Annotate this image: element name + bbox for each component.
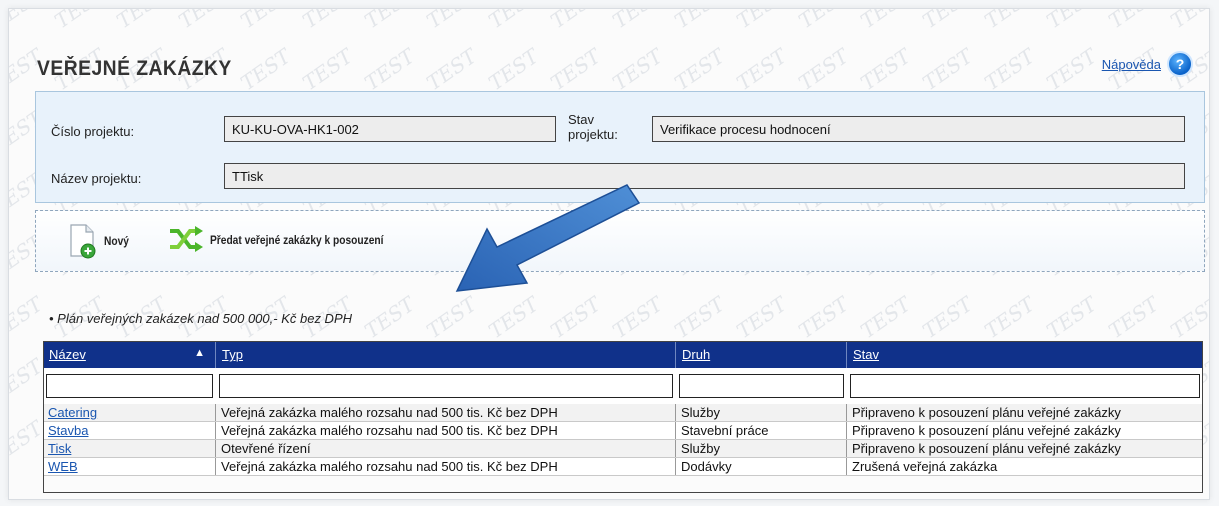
table-row: WEB Veřejná zakázka malého rozsahu nad 5… (43, 457, 1203, 476)
column-header-label: Druh (682, 347, 711, 362)
shuffle-arrows-icon (170, 226, 203, 252)
contract-link[interactable]: Tisk (48, 441, 71, 456)
table-cell: Veřejná zakázka malého rozsahu nad 500 t… (215, 404, 676, 422)
project-state-label: Stav projektu: (568, 112, 618, 142)
table-cell: Služby (675, 439, 847, 458)
project-info-panel: Číslo projektu: KU-KU-OVA-HK1-002 Stav p… (35, 91, 1205, 203)
help-link[interactable]: Nápověda (1102, 57, 1161, 72)
new-document-icon (70, 224, 96, 259)
project-number-field: KU-KU-OVA-HK1-002 (224, 116, 556, 142)
sort-ascending-icon: ▲ (194, 347, 205, 359)
table-cell: Stavební práce (675, 421, 847, 440)
plan-bullet-text: Plán veřejných zakázek nad 500 000,- Kč … (57, 311, 353, 326)
filter-druh-input[interactable] (678, 374, 844, 398)
table-cell: Připraveno k posouzení plánu veřejné zak… (846, 421, 1203, 440)
contract-link[interactable]: WEB (48, 459, 78, 474)
table-cell: Dodávky (675, 457, 847, 476)
table-cell: Zrušená veřejná zakázka (846, 457, 1203, 476)
table-cell: Připraveno k posouzení plánu veřejné zak… (846, 439, 1203, 458)
project-number-label: Číslo projektu: (51, 124, 135, 139)
table-cell: Služby (675, 404, 847, 422)
table-header-row: Název ▲ Typ Druh Stav (43, 341, 1203, 368)
filter-stav-input[interactable] (849, 374, 1200, 398)
table-cell: Veřejná zakázka malého rozsahu nad 500 t… (215, 457, 676, 476)
column-header-label: Stav (853, 347, 880, 362)
table-row: Catering Veřejná zakázka malého rozsahu … (43, 404, 1203, 422)
column-header-stav[interactable]: Stav (846, 341, 1203, 368)
filter-row (43, 368, 1203, 404)
column-header-label: Název (49, 347, 86, 362)
table-cell: Veřejná zakázka malého rozsahu nad 500 t… (215, 421, 676, 440)
new-button-label: Nový (104, 234, 129, 248)
column-header-label: Typ (222, 347, 243, 362)
page-frame: TEST TEST TEST TEST TEST TEST TEST TEST TEST TEST… (8, 8, 1210, 500)
table-cell: Otevřené řízení (215, 439, 676, 458)
column-header-typ[interactable]: Typ (215, 341, 676, 368)
filter-nazev-input[interactable] (46, 374, 213, 398)
column-header-nazev[interactable]: Název ▲ (43, 341, 216, 368)
page-title: VEŘEJNÉ ZAKÁZKY (37, 57, 232, 80)
project-state-field: Verifikace procesu hodnocení (652, 116, 1185, 142)
project-name-label: Název projektu: (51, 171, 142, 186)
action-toolbar: Nový Předat veřejné zakázky k posouzení (35, 210, 1205, 272)
submit-for-review-button[interactable]: Předat veřejné zakázky k posouzení (168, 225, 414, 255)
contract-link[interactable]: Catering (48, 405, 97, 420)
contracts-table: Název ▲ Typ Druh Stav Catering Veřejná z… (43, 341, 1203, 476)
new-button[interactable]: Nový (68, 223, 133, 259)
table-row: Stavba Veřejná zakázka malého rozsahu na… (43, 421, 1203, 440)
column-header-druh[interactable]: Druh (675, 341, 847, 368)
contract-link[interactable]: Stavba (48, 423, 88, 438)
table-cell: Připraveno k posouzení plánu veřejné zak… (846, 404, 1203, 422)
filter-typ-input[interactable] (218, 374, 673, 398)
plan-bullet: • Plán veřejných zakázek nad 500 000,- K… (49, 311, 353, 326)
project-name-field: TTisk (224, 163, 1185, 189)
question-icon[interactable]: ? (1167, 51, 1193, 77)
table-row: Tisk Otevřené řízení Služby Připraveno k… (43, 439, 1203, 458)
help-area: Nápověda ? (1102, 51, 1193, 77)
submit-for-review-label: Předat veřejné zakázky k posouzení (210, 233, 384, 247)
